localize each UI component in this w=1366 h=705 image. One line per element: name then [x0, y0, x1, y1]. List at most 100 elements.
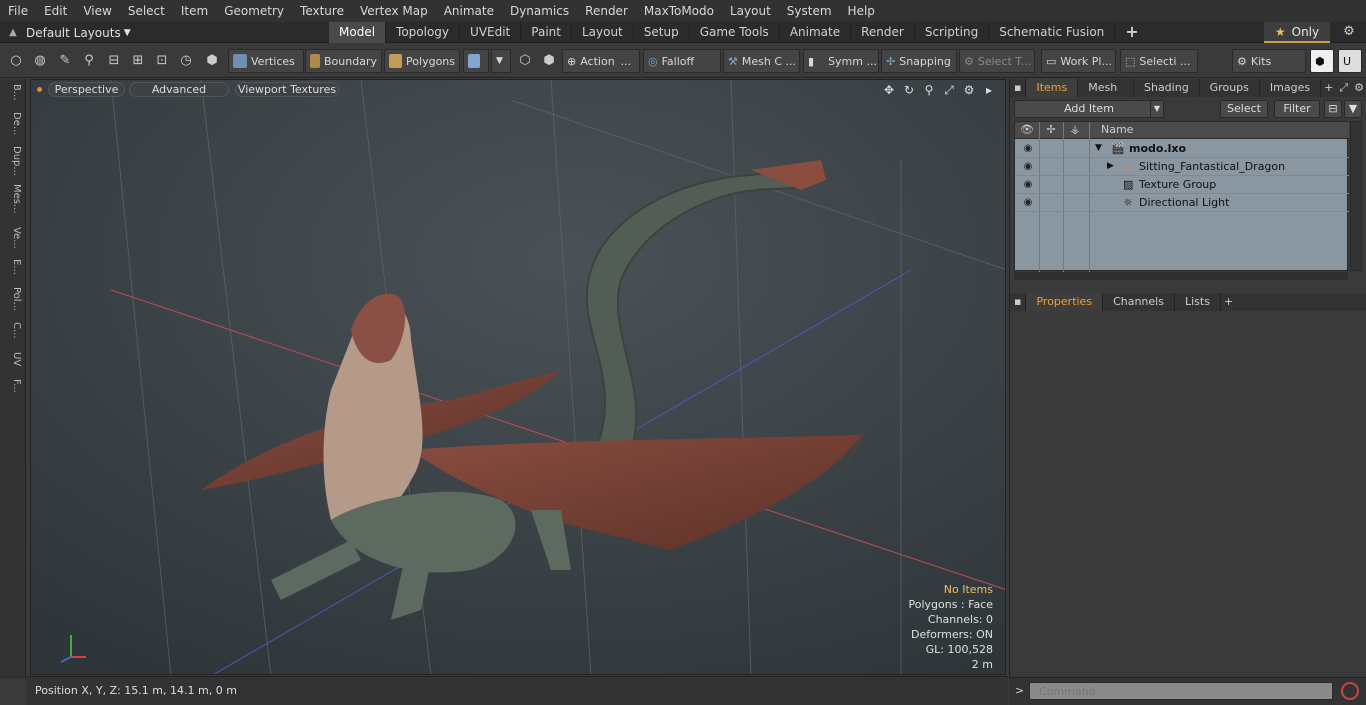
tab-uvedit[interactable]: UVEdit [460, 22, 522, 43]
menu-maxtomodo[interactable]: MaxToModo [636, 0, 722, 22]
command-input[interactable] [1029, 682, 1333, 700]
falloff-button[interactable]: ◎ Falloff [643, 49, 721, 73]
tab-animate[interactable]: Animate [780, 22, 852, 43]
tab-groups[interactable]: Groups [1200, 79, 1260, 97]
add-panel-tab-icon[interactable]: + [1221, 293, 1236, 311]
funnel-icon[interactable]: ▼ [1344, 100, 1362, 118]
add-panel-tab-icon[interactable]: + [1321, 79, 1336, 97]
snap-element-icon[interactable]: ⬢ [539, 51, 559, 71]
tab-channels[interactable]: Channels [1103, 293, 1175, 311]
tree-row-texture-group[interactable]: ◉ ▨ Texture Group [1015, 176, 1349, 194]
menu-animate[interactable]: Animate [436, 0, 502, 22]
work-plane-button[interactable]: ▭ Work Pl... [1041, 49, 1116, 73]
tab-topology[interactable]: Topology [386, 22, 461, 43]
menu-select[interactable]: Select [120, 0, 173, 22]
menu-geometry[interactable]: Geometry [216, 0, 292, 22]
align-icon[interactable]: ⊟ [104, 51, 124, 71]
items-horizontal-scrollbar[interactable] [1014, 272, 1348, 280]
strip-tab-basic[interactable]: B... [4, 84, 22, 100]
strip-tab-vertex[interactable]: Ve... [4, 227, 22, 249]
unreal-icon[interactable]: U [1338, 49, 1362, 73]
polygons-button[interactable]: Polygons [384, 49, 460, 73]
menu-system[interactable]: System [779, 0, 840, 22]
tab-mesh[interactable]: Mesh ... [1078, 79, 1134, 111]
select-through-button[interactable]: ⚙ Select T... [959, 49, 1035, 73]
perspective-button[interactable]: Perspective [48, 82, 125, 97]
kits-button[interactable]: ⚙ Kits [1232, 49, 1306, 73]
viewport-menu-dot-icon[interactable] [37, 87, 42, 92]
scale-icon[interactable]: ◷ [176, 51, 196, 71]
tab-model[interactable]: Model [329, 22, 387, 43]
circle-select-icon[interactable]: ○ [6, 51, 26, 71]
zoom-icon[interactable]: ⚲ [921, 82, 937, 98]
mesh-icon[interactable]: ⬢ [202, 51, 222, 71]
collapse-all-icon[interactable]: ⊟ [1324, 100, 1342, 118]
visibility-column-icon[interactable]: 👁 [1015, 122, 1039, 139]
lock-column-icon[interactable]: ✢ [1039, 122, 1063, 139]
tab-images[interactable]: Images [1260, 79, 1322, 97]
menu-dynamics[interactable]: Dynamics [502, 0, 577, 22]
play-icon[interactable]: ▸ [981, 82, 997, 98]
menu-render[interactable]: Render [577, 0, 636, 22]
globe-icon[interactable]: ◍ [30, 51, 50, 71]
add-tab-button[interactable]: + [1115, 22, 1148, 43]
expand-arrow-icon[interactable]: ▶ [1107, 158, 1114, 176]
menu-texture[interactable]: Texture [292, 0, 352, 22]
strip-tab-duplicate[interactable]: Dup... [4, 146, 22, 176]
fit-icon[interactable]: ⤢ [941, 82, 957, 98]
tree-row-modo-lxo[interactable]: ◉ ▼ 🎬 modo.lxo [1015, 140, 1349, 158]
add-item-button[interactable]: Add Item [1014, 100, 1164, 118]
settings-icon[interactable]: ⚙ [961, 82, 977, 98]
eye-icon[interactable]: ◉ [1021, 142, 1035, 156]
viewport-textures-button[interactable]: Viewport Textures [235, 82, 339, 97]
menu-edit[interactable]: Edit [36, 0, 75, 22]
tab-scripting[interactable]: Scripting [915, 22, 990, 43]
add-item-dropdown-icon[interactable]: ▼ [1150, 100, 1164, 118]
item-mode-button[interactable] [463, 49, 489, 73]
tab-schematic-fusion[interactable]: Schematic Fusion [989, 22, 1116, 43]
boundary-button[interactable]: Boundary [305, 49, 382, 73]
snap-mesh-icon[interactable]: ⬡ [515, 51, 535, 71]
snapping-button[interactable]: ✢ Snapping [881, 49, 957, 73]
mesh-constraint-button[interactable]: ⚒ Mesh C ... [723, 49, 800, 73]
rotate-view-icon[interactable]: ↻ [901, 82, 917, 98]
item-mode-dropdown[interactable]: ▼ [491, 49, 511, 73]
eye-icon[interactable]: ◉ [1021, 160, 1035, 174]
tab-properties[interactable]: Properties [1026, 293, 1104, 311]
menu-item[interactable]: Item [173, 0, 216, 22]
gear-icon[interactable]: ⚙ [1338, 22, 1360, 43]
strip-tab-curve[interactable]: C... [4, 322, 22, 339]
transform-icon[interactable]: ⊞ [128, 51, 148, 71]
menu-layout[interactable]: Layout [722, 0, 779, 22]
eye-icon[interactable]: ◉ [1021, 196, 1035, 210]
menu-file[interactable]: File [0, 0, 36, 22]
panel-menu-icon[interactable]: ▪ [1010, 293, 1027, 311]
collapse-icon[interactable]: ▲ [0, 27, 26, 38]
panel-gear-icon[interactable]: ⚙ [1351, 79, 1366, 97]
panel-menu-icon[interactable]: ▪ [1010, 79, 1027, 97]
pen-icon[interactable]: ✎ [55, 51, 75, 71]
strip-tab-mesh-edit[interactable]: Mes... [4, 184, 22, 214]
only-toggle[interactable]: ★ Only [1264, 22, 1330, 43]
selection-sets-button[interactable]: ⬚ Selecti ... [1120, 49, 1198, 73]
symmetry-button[interactable]: ▮ Symm ... [803, 49, 879, 73]
brush-icon[interactable]: ⚲ [79, 51, 99, 71]
select-button[interactable]: Select [1220, 100, 1268, 118]
menu-view[interactable]: View [75, 0, 119, 22]
filter-button[interactable]: Filter [1274, 100, 1320, 118]
items-vertical-scrollbar[interactable] [1350, 121, 1362, 271]
tab-lists[interactable]: Lists [1175, 293, 1221, 311]
tab-game-tools[interactable]: Game Tools [690, 22, 780, 43]
tab-shading[interactable]: Shading [1134, 79, 1200, 97]
strip-tab-polygon[interactable]: Pol... [4, 287, 22, 311]
default-layouts-dropdown[interactable]: ▲ Default Layouts ▼ [0, 22, 131, 43]
expand-arrow-icon[interactable]: ▼ [1095, 140, 1102, 158]
strip-tab-fusion[interactable]: F... [4, 379, 22, 393]
eye-icon[interactable]: ◉ [1021, 178, 1035, 192]
advanced-button[interactable]: Advanced [129, 82, 229, 97]
record-macro-icon[interactable] [1341, 682, 1359, 700]
expand-icon[interactable]: ⤢ [1336, 79, 1351, 97]
cube-icon[interactable]: ⬢ [1310, 49, 1334, 73]
tree-row-directional-light[interactable]: ◉ ☼ Directional Light [1015, 194, 1349, 212]
tab-render[interactable]: Render [851, 22, 915, 43]
